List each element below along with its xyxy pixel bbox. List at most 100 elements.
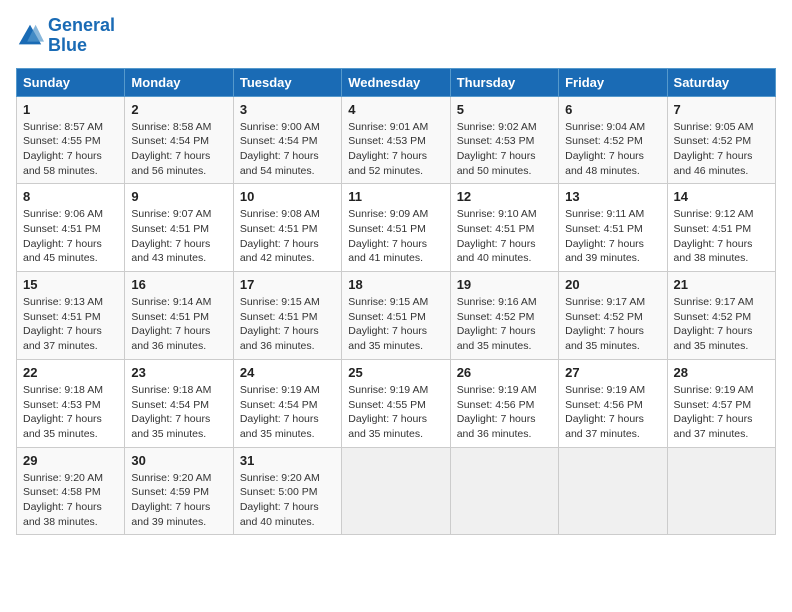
calendar-cell: 26 Sunrise: 9:19 AM Sunset: 4:56 PM Dayl… <box>450 359 558 447</box>
calendar-cell: 2 Sunrise: 8:58 AM Sunset: 4:54 PM Dayli… <box>125 96 233 184</box>
day-info: Sunrise: 9:16 AM Sunset: 4:52 PM Dayligh… <box>457 295 552 354</box>
calendar-cell: 4 Sunrise: 9:01 AM Sunset: 4:53 PM Dayli… <box>342 96 450 184</box>
day-number: 13 <box>565 189 660 204</box>
day-number: 23 <box>131 365 226 380</box>
day-info: Sunrise: 9:17 AM Sunset: 4:52 PM Dayligh… <box>674 295 769 354</box>
day-info: Sunrise: 9:17 AM Sunset: 4:52 PM Dayligh… <box>565 295 660 354</box>
day-info: Sunrise: 9:19 AM Sunset: 4:56 PM Dayligh… <box>565 383 660 442</box>
day-number: 19 <box>457 277 552 292</box>
day-info: Sunrise: 8:57 AM Sunset: 4:55 PM Dayligh… <box>23 120 118 179</box>
calendar-cell: 18 Sunrise: 9:15 AM Sunset: 4:51 PM Dayl… <box>342 272 450 360</box>
day-info: Sunrise: 9:10 AM Sunset: 4:51 PM Dayligh… <box>457 207 552 266</box>
calendar-cell: 9 Sunrise: 9:07 AM Sunset: 4:51 PM Dayli… <box>125 184 233 272</box>
day-info: Sunrise: 9:08 AM Sunset: 4:51 PM Dayligh… <box>240 207 335 266</box>
calendar-cell: 3 Sunrise: 9:00 AM Sunset: 4:54 PM Dayli… <box>233 96 341 184</box>
day-info: Sunrise: 9:19 AM Sunset: 4:56 PM Dayligh… <box>457 383 552 442</box>
calendar-cell: 8 Sunrise: 9:06 AM Sunset: 4:51 PM Dayli… <box>17 184 125 272</box>
weekday-header-thursday: Thursday <box>450 68 558 96</box>
day-number: 12 <box>457 189 552 204</box>
day-number: 14 <box>674 189 769 204</box>
day-info: Sunrise: 9:04 AM Sunset: 4:52 PM Dayligh… <box>565 120 660 179</box>
calendar-cell: 27 Sunrise: 9:19 AM Sunset: 4:56 PM Dayl… <box>559 359 667 447</box>
calendar-week-2: 8 Sunrise: 9:06 AM Sunset: 4:51 PM Dayli… <box>17 184 776 272</box>
day-info: Sunrise: 9:06 AM Sunset: 4:51 PM Dayligh… <box>23 207 118 266</box>
day-number: 17 <box>240 277 335 292</box>
weekday-header-monday: Monday <box>125 68 233 96</box>
day-number: 22 <box>23 365 118 380</box>
logo-icon <box>16 22 44 50</box>
day-info: Sunrise: 9:19 AM Sunset: 4:55 PM Dayligh… <box>348 383 443 442</box>
logo: General Blue <box>16 16 115 56</box>
day-number: 2 <box>131 102 226 117</box>
calendar-cell: 12 Sunrise: 9:10 AM Sunset: 4:51 PM Dayl… <box>450 184 558 272</box>
calendar-cell: 15 Sunrise: 9:13 AM Sunset: 4:51 PM Dayl… <box>17 272 125 360</box>
day-info: Sunrise: 9:20 AM Sunset: 5:00 PM Dayligh… <box>240 471 335 530</box>
day-info: Sunrise: 9:18 AM Sunset: 4:53 PM Dayligh… <box>23 383 118 442</box>
day-number: 30 <box>131 453 226 468</box>
day-info: Sunrise: 9:07 AM Sunset: 4:51 PM Dayligh… <box>131 207 226 266</box>
calendar-cell: 14 Sunrise: 9:12 AM Sunset: 4:51 PM Dayl… <box>667 184 775 272</box>
calendar-cell: 22 Sunrise: 9:18 AM Sunset: 4:53 PM Dayl… <box>17 359 125 447</box>
calendar-cell: 17 Sunrise: 9:15 AM Sunset: 4:51 PM Dayl… <box>233 272 341 360</box>
day-info: Sunrise: 9:12 AM Sunset: 4:51 PM Dayligh… <box>674 207 769 266</box>
calendar-cell: 31 Sunrise: 9:20 AM Sunset: 5:00 PM Dayl… <box>233 447 341 535</box>
calendar-cell: 10 Sunrise: 9:08 AM Sunset: 4:51 PM Dayl… <box>233 184 341 272</box>
calendar-cell: 29 Sunrise: 9:20 AM Sunset: 4:58 PM Dayl… <box>17 447 125 535</box>
day-number: 1 <box>23 102 118 117</box>
day-number: 5 <box>457 102 552 117</box>
calendar-cell <box>450 447 558 535</box>
calendar-cell: 30 Sunrise: 9:20 AM Sunset: 4:59 PM Dayl… <box>125 447 233 535</box>
day-number: 8 <box>23 189 118 204</box>
weekday-header-wednesday: Wednesday <box>342 68 450 96</box>
day-info: Sunrise: 9:15 AM Sunset: 4:51 PM Dayligh… <box>240 295 335 354</box>
day-number: 28 <box>674 365 769 380</box>
calendar-cell: 21 Sunrise: 9:17 AM Sunset: 4:52 PM Dayl… <box>667 272 775 360</box>
day-number: 21 <box>674 277 769 292</box>
calendar-cell: 1 Sunrise: 8:57 AM Sunset: 4:55 PM Dayli… <box>17 96 125 184</box>
calendar-week-3: 15 Sunrise: 9:13 AM Sunset: 4:51 PM Dayl… <box>17 272 776 360</box>
calendar-cell: 25 Sunrise: 9:19 AM Sunset: 4:55 PM Dayl… <box>342 359 450 447</box>
calendar-cell <box>342 447 450 535</box>
day-number: 10 <box>240 189 335 204</box>
day-number: 16 <box>131 277 226 292</box>
day-number: 4 <box>348 102 443 117</box>
day-info: Sunrise: 9:14 AM Sunset: 4:51 PM Dayligh… <box>131 295 226 354</box>
calendar-cell <box>667 447 775 535</box>
calendar-cell: 24 Sunrise: 9:19 AM Sunset: 4:54 PM Dayl… <box>233 359 341 447</box>
day-number: 24 <box>240 365 335 380</box>
calendar-cell <box>559 447 667 535</box>
day-number: 25 <box>348 365 443 380</box>
day-number: 7 <box>674 102 769 117</box>
logo-text: General Blue <box>48 16 115 56</box>
day-number: 27 <box>565 365 660 380</box>
day-number: 11 <box>348 189 443 204</box>
weekday-header-tuesday: Tuesday <box>233 68 341 96</box>
weekday-header-saturday: Saturday <box>667 68 775 96</box>
day-info: Sunrise: 8:58 AM Sunset: 4:54 PM Dayligh… <box>131 120 226 179</box>
day-info: Sunrise: 9:19 AM Sunset: 4:54 PM Dayligh… <box>240 383 335 442</box>
calendar-cell: 23 Sunrise: 9:18 AM Sunset: 4:54 PM Dayl… <box>125 359 233 447</box>
calendar-cell: 6 Sunrise: 9:04 AM Sunset: 4:52 PM Dayli… <box>559 96 667 184</box>
day-info: Sunrise: 9:11 AM Sunset: 4:51 PM Dayligh… <box>565 207 660 266</box>
day-info: Sunrise: 9:05 AM Sunset: 4:52 PM Dayligh… <box>674 120 769 179</box>
calendar-week-4: 22 Sunrise: 9:18 AM Sunset: 4:53 PM Dayl… <box>17 359 776 447</box>
calendar-cell: 19 Sunrise: 9:16 AM Sunset: 4:52 PM Dayl… <box>450 272 558 360</box>
calendar-table: SundayMondayTuesdayWednesdayThursdayFrid… <box>16 68 776 536</box>
day-number: 26 <box>457 365 552 380</box>
calendar-cell: 28 Sunrise: 9:19 AM Sunset: 4:57 PM Dayl… <box>667 359 775 447</box>
day-number: 29 <box>23 453 118 468</box>
calendar-cell: 16 Sunrise: 9:14 AM Sunset: 4:51 PM Dayl… <box>125 272 233 360</box>
calendar-week-5: 29 Sunrise: 9:20 AM Sunset: 4:58 PM Dayl… <box>17 447 776 535</box>
calendar-cell: 7 Sunrise: 9:05 AM Sunset: 4:52 PM Dayli… <box>667 96 775 184</box>
day-number: 9 <box>131 189 226 204</box>
day-number: 18 <box>348 277 443 292</box>
day-info: Sunrise: 9:20 AM Sunset: 4:58 PM Dayligh… <box>23 471 118 530</box>
weekday-header-sunday: Sunday <box>17 68 125 96</box>
day-info: Sunrise: 9:20 AM Sunset: 4:59 PM Dayligh… <box>131 471 226 530</box>
calendar-cell: 13 Sunrise: 9:11 AM Sunset: 4:51 PM Dayl… <box>559 184 667 272</box>
calendar-week-1: 1 Sunrise: 8:57 AM Sunset: 4:55 PM Dayli… <box>17 96 776 184</box>
calendar-cell: 20 Sunrise: 9:17 AM Sunset: 4:52 PM Dayl… <box>559 272 667 360</box>
day-info: Sunrise: 9:00 AM Sunset: 4:54 PM Dayligh… <box>240 120 335 179</box>
day-number: 31 <box>240 453 335 468</box>
calendar-cell: 11 Sunrise: 9:09 AM Sunset: 4:51 PM Dayl… <box>342 184 450 272</box>
